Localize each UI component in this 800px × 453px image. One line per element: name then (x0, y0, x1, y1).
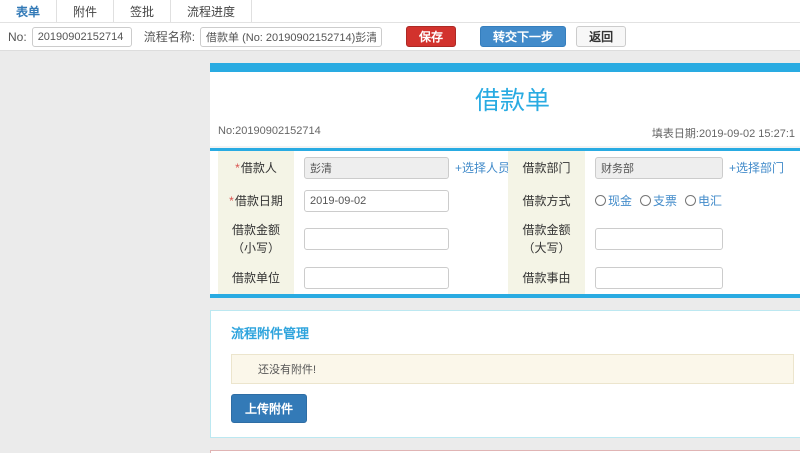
amount-big-field (585, 217, 800, 261)
amount-small-label: 借款金额（小写） (218, 217, 294, 261)
no-input[interactable] (31, 26, 132, 47)
department-field: +选择部门 (585, 151, 800, 184)
radio-cash-input[interactable] (595, 195, 606, 206)
radio-wire-input[interactable] (685, 195, 697, 206)
doc-no-text: No:20190902152714 (218, 125, 321, 137)
content-area: 借款单 No:20190902152714 填表日期:2019-09-02 15… (0, 51, 800, 453)
back-button[interactable]: 返回 (576, 26, 627, 47)
process-name-input[interactable] (200, 26, 383, 47)
loan-form-panel: 借款单 No:20190902152714 填表日期:2019-09-02 15… (210, 63, 800, 298)
required-marker: * (235, 160, 240, 175)
tab-form[interactable]: 表单 (0, 0, 58, 22)
radio-wire[interactable]: 电汇 (685, 192, 722, 209)
tab-attachments[interactable]: 附件 (57, 0, 115, 22)
loan-date-input[interactable] (304, 189, 449, 212)
radio-check-input[interactable] (640, 195, 652, 206)
department-label: 借款部门 (508, 151, 585, 184)
amount-small-input[interactable] (304, 228, 449, 250)
loan-form-table: *借款人 +选择人员 借款部门 +选择部门 *借款日期 (210, 151, 800, 294)
forward-next-step-button[interactable]: 转交下一步 (480, 26, 567, 47)
select-person-link[interactable]: +选择人员 (455, 159, 510, 176)
panel-bottom-bar (210, 294, 800, 298)
attachments-panel: 流程附件管理 还没有附件! 上传附件 (210, 310, 800, 438)
loan-reason-field (585, 261, 800, 294)
amount-big-input[interactable] (595, 228, 723, 250)
toolbar: No: 流程名称: 保存 转交下一步 返回 (0, 23, 800, 51)
tab-sign-approve[interactable]: 签批 (114, 0, 172, 22)
app-root: 表单 附件 签批 流程进度 No: 流程名称: 保存 转交下一步 返回 借款单 … (0, 0, 800, 453)
tab-bar: 表单 附件 签批 流程进度 (0, 0, 800, 23)
loan-method-label: 借款方式 (508, 184, 585, 217)
fill-date-text: 填表日期:2019-09-02 15:27:1 (651, 128, 795, 140)
loan-date-field (294, 184, 508, 217)
upload-attachment-button[interactable]: 上传附件 (231, 394, 308, 423)
tab-process-progress[interactable]: 流程进度 (171, 0, 253, 22)
radio-cash[interactable]: 现金 (595, 192, 632, 209)
borrower-label: *借款人 (218, 151, 294, 184)
radio-check[interactable]: 支票 (640, 192, 677, 209)
no-attachments-message: 还没有附件! (231, 354, 794, 384)
attachments-title: 流程附件管理 (231, 326, 310, 341)
loan-unit-input[interactable] (304, 266, 449, 289)
loan-method-field: 现金 支票 电汇 (585, 184, 800, 217)
borrower-field: +选择人员 (294, 151, 510, 184)
panel-top-bar (210, 63, 800, 72)
amount-small-field (294, 217, 508, 261)
select-department-link[interactable]: +选择部门 (729, 159, 784, 176)
department-input[interactable] (595, 156, 723, 179)
loan-reason-label: 借款事由 (508, 261, 585, 294)
loan-method-radios: 现金 支票 电汇 (595, 192, 722, 209)
form-title: 借款单 (474, 87, 550, 115)
required-marker: * (229, 193, 234, 208)
loan-unit-field (294, 261, 508, 294)
loan-date-label: *借款日期 (218, 184, 294, 217)
no-label: No: (8, 29, 27, 44)
save-button[interactable]: 保存 (406, 26, 457, 47)
process-name-label: 流程名称: (143, 30, 196, 44)
borrower-input[interactable] (304, 156, 449, 179)
amount-big-label: 借款金额（大写） (508, 217, 585, 261)
loan-reason-input[interactable] (595, 266, 723, 289)
loan-unit-label: 借款单位 (218, 261, 294, 294)
form-meta-row: No:20190902152714 填表日期:2019-09-02 15:27:… (210, 122, 800, 146)
